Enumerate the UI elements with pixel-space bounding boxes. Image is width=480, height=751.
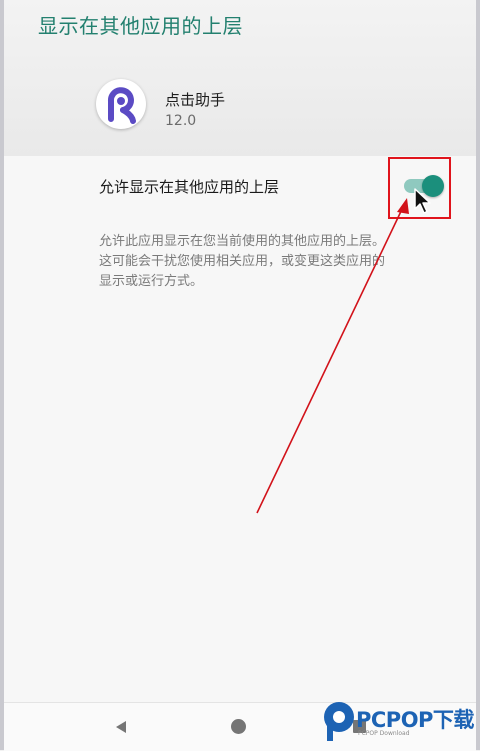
app-name: 点击助手 <box>165 91 226 109</box>
frame-edge-right <box>476 0 480 750</box>
watermark-subtitle: PCPOP Download <box>358 730 410 737</box>
page-title: 显示在其他应用的上层 <box>38 14 243 38</box>
description-line: 这可能会干扰您使用相关应用，或变更这类应用的 <box>99 254 386 269</box>
permission-label: 允许显示在其他应用的上层 <box>99 178 280 196</box>
description-line: 允许此应用显示在您当前使用的其他应用的上层。 <box>99 234 386 249</box>
watermark: PCPOP下载 PCPOP Download <box>322 696 478 748</box>
permission-panel: 允许显示在其他应用的上层 允许此应用显示在您当前使用的其他应用的上层。 这可能会… <box>4 156 476 702</box>
app-bar: 显示在其他应用的上层 <box>4 0 476 156</box>
description-line: 显示或运行方式。 <box>99 274 204 289</box>
permission-description: 允许此应用显示在您当前使用的其他应用的上层。 这可能会干扰您使用相关应用，或变更… <box>99 232 449 292</box>
app-version: 12.0 <box>165 113 197 129</box>
back-icon[interactable] <box>113 719 129 735</box>
app-logo-icon <box>96 79 146 129</box>
home-icon[interactable] <box>231 719 246 734</box>
watermark-logo-icon <box>324 702 354 741</box>
mouse-cursor-icon <box>414 188 431 214</box>
